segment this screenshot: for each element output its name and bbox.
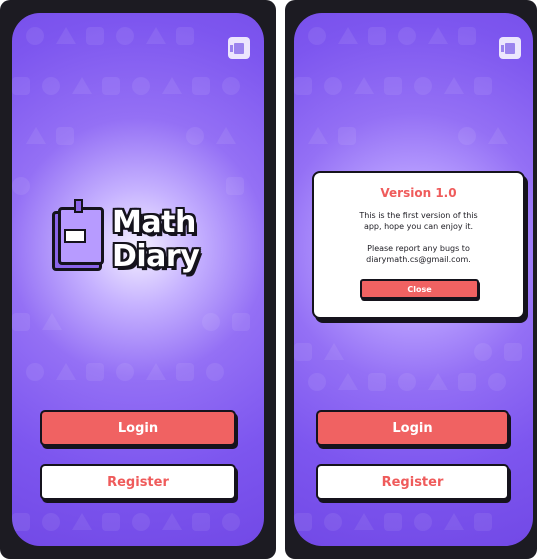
app-name-line2: Diary xyxy=(112,239,200,274)
window-toggle-icon xyxy=(501,42,515,54)
app-name-line1: Math xyxy=(112,205,196,240)
login-button[interactable]: Login xyxy=(40,410,236,446)
dialog-line-3: Please report any bugs to xyxy=(367,244,470,253)
register-button[interactable]: Register xyxy=(316,464,509,500)
screenshot-stage: Math Diary Login Register Version 1.0 Th… xyxy=(0,0,537,559)
home-screen: Math Diary Login Register xyxy=(12,13,264,546)
window-toggle-icon xyxy=(230,42,244,54)
login-button[interactable]: Login xyxy=(316,410,509,446)
dialog-line-1: This is the first version of this xyxy=(359,211,478,220)
version-dialog: Version 1.0 This is the first version of… xyxy=(312,171,525,319)
dialog-message-1: This is the first version of this app, h… xyxy=(314,210,523,232)
dialog-title: Version 1.0 xyxy=(380,186,457,200)
phone-frame-left: Math Diary Login Register xyxy=(0,0,276,559)
close-button[interactable]: Close xyxy=(360,279,479,299)
register-button[interactable]: Register xyxy=(40,464,236,500)
dialog-line-2: app, hope you can enjoy it. xyxy=(363,222,474,231)
book-icon xyxy=(48,199,106,275)
window-toggle-button[interactable] xyxy=(228,37,250,59)
app-logo: Math Diary xyxy=(48,199,200,275)
dialog-line-4: diarymath.cs@gmail.com. xyxy=(366,255,471,264)
app-name: Math Diary xyxy=(112,205,200,274)
home-screen-with-dialog: Version 1.0 This is the first version of… xyxy=(294,13,533,546)
phone-frame-right: Version 1.0 This is the first version of… xyxy=(285,0,537,559)
dialog-message-2: Please report any bugs to diarymath.cs@g… xyxy=(314,243,523,265)
window-toggle-button[interactable] xyxy=(499,37,521,59)
